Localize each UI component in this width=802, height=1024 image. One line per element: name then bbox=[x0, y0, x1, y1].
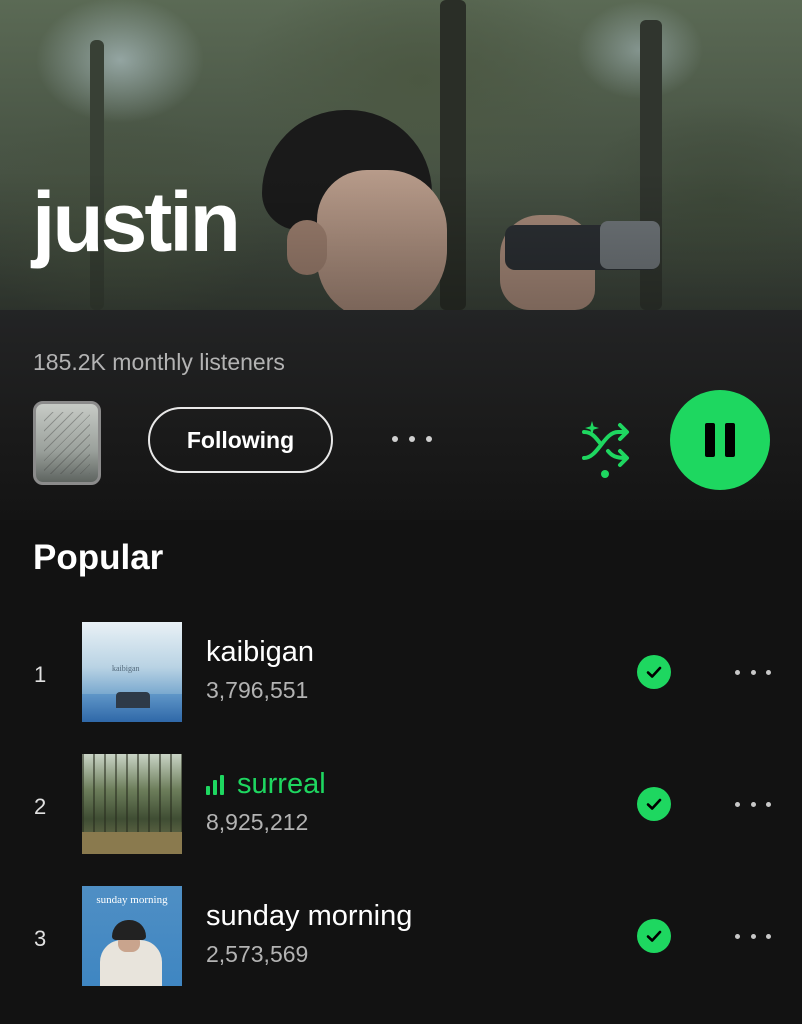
album-art bbox=[82, 754, 182, 854]
following-button[interactable]: Following bbox=[148, 407, 333, 473]
track-title: kaibigan bbox=[206, 636, 315, 668]
saved-check-icon[interactable] bbox=[637, 787, 671, 821]
track-play-count: 2,573,569 bbox=[206, 941, 309, 967]
now-playing-equalizer-icon bbox=[206, 774, 227, 795]
saved-check-icon[interactable] bbox=[637, 919, 671, 953]
shuffle-icon[interactable] bbox=[578, 418, 634, 480]
pause-icon bbox=[705, 423, 715, 457]
track-rank: 3 bbox=[34, 926, 47, 951]
track-title-now-playing: surreal bbox=[206, 768, 326, 801]
album-art: sunday morning bbox=[82, 886, 182, 986]
track-rank: 2 bbox=[34, 794, 47, 819]
track-title: sunday morning bbox=[206, 900, 413, 932]
track-rank: 1 bbox=[34, 662, 47, 687]
more-options-icon[interactable] bbox=[392, 432, 432, 446]
album-art: kaibigan bbox=[82, 622, 182, 722]
track-row[interactable]: 2 surreal 8,925,212 bbox=[0, 754, 802, 854]
track-more-icon[interactable] bbox=[735, 932, 771, 940]
track-more-icon[interactable] bbox=[735, 668, 771, 676]
artist-pick-thumbnail[interactable] bbox=[33, 401, 101, 485]
artist-name: justin bbox=[32, 175, 241, 269]
artist-header-image: justin bbox=[0, 0, 802, 310]
track-more-icon[interactable] bbox=[735, 800, 771, 808]
pause-button[interactable] bbox=[670, 390, 770, 490]
track-row[interactable]: 1 kaibigan kaibigan 3,796,551 bbox=[0, 622, 802, 722]
track-row[interactable]: 3 sunday morning sunday morning 2,573,56… bbox=[0, 886, 802, 986]
saved-check-icon[interactable] bbox=[637, 655, 671, 689]
track-play-count: 8,925,212 bbox=[206, 809, 309, 835]
track-play-count: 3,796,551 bbox=[206, 677, 309, 703]
popular-section-title: Popular bbox=[33, 538, 164, 577]
monthly-listeners: 185.2K monthly listeners bbox=[33, 349, 285, 375]
